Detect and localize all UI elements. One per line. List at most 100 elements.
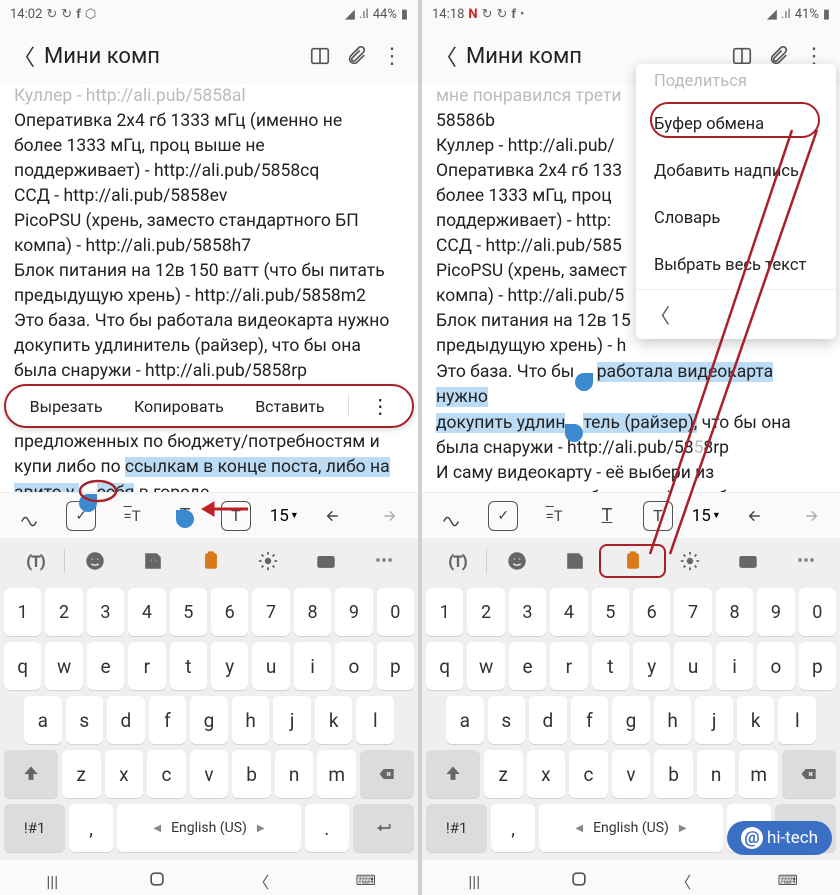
key-3[interactable]: 3 xyxy=(87,588,124,636)
symbols-key[interactable]: !#1 xyxy=(4,804,65,852)
clipboard-icon[interactable] xyxy=(605,550,661,572)
key-g[interactable]: g xyxy=(612,696,650,744)
undo-icon[interactable] xyxy=(318,499,352,533)
text-input-icon[interactable]: (T) xyxy=(428,550,484,572)
key-8[interactable]: 8 xyxy=(294,588,331,636)
key-p[interactable]: p xyxy=(377,642,414,690)
key-t[interactable]: t xyxy=(592,642,629,690)
key-h[interactable]: h xyxy=(654,696,692,744)
popup-select-all[interactable]: Выбрать весь текст xyxy=(636,242,836,289)
key-c[interactable]: c xyxy=(569,750,608,798)
keyboard-switch-button[interactable]: ⌨ xyxy=(768,873,808,889)
key-v[interactable]: v xyxy=(190,750,229,798)
popup-share[interactable]: Поделиться xyxy=(636,64,836,101)
settings-icon[interactable] xyxy=(662,550,718,572)
space-key[interactable]: ◀English (US)▶ xyxy=(539,804,723,852)
key-i[interactable]: i xyxy=(294,642,331,690)
key-e[interactable]: e xyxy=(509,642,546,690)
key-t[interactable]: t xyxy=(170,642,207,690)
key-q[interactable]: q xyxy=(4,642,41,690)
comma-key[interactable]: , xyxy=(69,804,113,852)
key-r[interactable]: r xyxy=(550,642,587,690)
selection-handle-end[interactable] xyxy=(176,510,194,528)
space-key[interactable]: ◀English (US)▶ xyxy=(117,804,301,852)
key-o[interactable]: o xyxy=(757,642,794,690)
key-j[interactable]: j xyxy=(695,696,733,744)
key-4[interactable]: 4 xyxy=(128,588,165,636)
text-input-icon[interactable]: (T) xyxy=(6,550,62,572)
keyboard-mode-icon[interactable] xyxy=(720,550,776,572)
key-s[interactable]: s xyxy=(66,696,104,744)
key-1[interactable]: 1 xyxy=(426,588,463,636)
redo-icon[interactable] xyxy=(792,499,826,533)
key-s[interactable]: s xyxy=(488,696,526,744)
key-5[interactable]: 5 xyxy=(170,588,207,636)
key-v[interactable]: v xyxy=(612,750,651,798)
key-2[interactable]: 2 xyxy=(45,588,82,636)
key-g[interactable]: g xyxy=(190,696,228,744)
text-box-icon[interactable]: T xyxy=(643,501,673,531)
underline-icon[interactable]: T xyxy=(590,499,624,533)
back-button[interactable]: 〈 xyxy=(430,40,462,72)
key-i[interactable]: i xyxy=(716,642,753,690)
font-size-picker[interactable]: 15▼ xyxy=(692,506,721,526)
key-3[interactable]: 3 xyxy=(509,588,546,636)
key-d[interactable]: d xyxy=(107,696,145,744)
sticker-icon[interactable] xyxy=(125,550,181,572)
key-7[interactable]: 7 xyxy=(674,588,711,636)
key-0[interactable]: 0 xyxy=(799,588,836,636)
checkbox-tool-icon[interactable]: ✓ xyxy=(488,501,518,531)
key-9[interactable]: 9 xyxy=(757,588,794,636)
key-7[interactable]: 7 xyxy=(252,588,289,636)
key-d[interactable]: d xyxy=(529,696,567,744)
selection-handle-end[interactable] xyxy=(565,424,583,442)
kb-more-icon[interactable]: ••• xyxy=(356,551,412,572)
key-0[interactable]: 0 xyxy=(377,588,414,636)
nav-back-button[interactable]: 〈 xyxy=(241,869,281,893)
key-1[interactable]: 1 xyxy=(4,588,41,636)
back-button[interactable]: 〈 xyxy=(8,40,40,72)
symbols-key[interactable]: !#1 xyxy=(426,804,487,852)
key-y[interactable]: y xyxy=(211,642,248,690)
key-m[interactable]: m xyxy=(739,750,778,798)
key-r[interactable]: r xyxy=(128,642,165,690)
key-6[interactable]: 6 xyxy=(211,588,248,636)
key-k[interactable]: k xyxy=(737,696,775,744)
key-b[interactable]: b xyxy=(654,750,693,798)
key-h[interactable]: h xyxy=(232,696,270,744)
period-key[interactable]: . xyxy=(305,804,349,852)
key-n[interactable]: n xyxy=(697,750,736,798)
key-u[interactable]: u xyxy=(252,642,289,690)
popup-caption[interactable]: Добавить надпись xyxy=(636,148,836,195)
emoji-icon[interactable] xyxy=(489,550,545,572)
emoji-icon[interactable] xyxy=(67,550,123,572)
popup-back[interactable]: 〈 xyxy=(636,289,836,339)
key-k[interactable]: k xyxy=(315,696,353,744)
kb-more-icon[interactable]: ••• xyxy=(778,551,834,572)
key-a[interactable]: a xyxy=(24,696,62,744)
backspace-key[interactable] xyxy=(782,750,836,798)
key-z[interactable]: z xyxy=(62,750,101,798)
reader-icon[interactable] xyxy=(302,45,338,67)
key-w[interactable]: w xyxy=(467,642,504,690)
comma-key[interactable]: , xyxy=(491,804,535,852)
home-button[interactable] xyxy=(137,869,177,893)
shift-key[interactable] xyxy=(426,750,480,798)
key-6[interactable]: 6 xyxy=(633,588,670,636)
key-x[interactable]: x xyxy=(105,750,144,798)
clipboard-icon[interactable] xyxy=(183,550,239,572)
backspace-key[interactable] xyxy=(360,750,414,798)
key-4[interactable]: 4 xyxy=(550,588,587,636)
redo-icon[interactable] xyxy=(370,499,404,533)
key-a[interactable]: a xyxy=(446,696,484,744)
key-j[interactable]: j xyxy=(273,696,311,744)
key-5[interactable]: 5 xyxy=(592,588,629,636)
key-q[interactable]: q xyxy=(426,642,463,690)
sticker-icon[interactable] xyxy=(547,550,603,572)
key-l[interactable]: l xyxy=(356,696,394,744)
settings-icon[interactable] xyxy=(240,550,296,572)
note-content[interactable]: Куллер - http://ali.pub/5858al Оперативк… xyxy=(0,84,418,492)
key-n[interactable]: n xyxy=(275,750,314,798)
key-w[interactable]: w xyxy=(45,642,82,690)
selection-handle-start[interactable] xyxy=(575,373,593,391)
